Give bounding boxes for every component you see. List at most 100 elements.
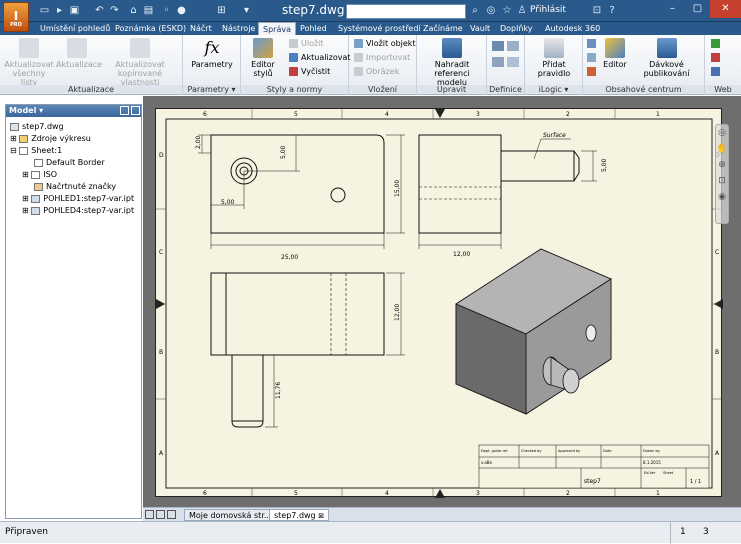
tab-autodesk-360[interactable]: Autodesk 360 [545,22,600,35]
cart-icon[interactable]: ⊡ [590,4,604,18]
tab-sprava[interactable]: Správa [258,22,296,35]
browser-menu-icon[interactable] [131,106,140,115]
save-style-button[interactable]: Uložit [289,39,324,49]
tab-systemove-prostredi[interactable]: Systémové prostředí [338,22,421,35]
update-button[interactable]: Aktualizace [56,38,102,69]
tree-item-iso[interactable]: ⊞ ISO [22,169,57,180]
group-label-aktualizace: Aktualizace [0,85,182,94]
tree-item-resources[interactable]: ⊞ Zdroje výkresu [10,133,91,144]
isometric-view[interactable] [455,248,612,415]
tab-poznamka[interactable]: Poznámka (ESKD) [115,22,186,35]
status-count-2: 3 [703,527,709,537]
favorite-icon[interactable]: ☆ [500,4,514,18]
front-view[interactable] [198,134,405,249]
print-icon[interactable]: ▤ [142,5,155,17]
tree-item-sketched-symbols[interactable]: Načrtnuté značky [34,181,116,192]
expand-icon[interactable]: ⊞ [10,134,19,143]
tree-item-root[interactable]: step7.dwg [10,121,64,132]
tree-item-sheet[interactable]: ⊟ Sheet:1 [10,145,62,156]
tile-icon[interactable] [145,510,154,519]
maximize-button[interactable]: ▢ [685,0,710,18]
save-icon[interactable]: ▣ [68,5,81,17]
tree-item-border[interactable]: Default Border [34,157,105,168]
zoom-window-icon[interactable]: ⊡ [716,173,728,189]
web-link-icon[interactable] [711,67,720,76]
measure-icon[interactable]: ⊞ [215,5,228,17]
add-rule-button[interactable]: Přidat pravidlo [527,38,581,78]
tab-nacrt[interactable]: Náčrt [190,22,212,35]
undo-icon[interactable]: ↶ [93,5,106,17]
content-center-editor-button[interactable]: Editor [600,38,630,69]
select-icon[interactable]: ◦ [160,5,173,17]
tree-item-view1[interactable]: ⊞ POHLED1:step7-var.ipt [22,193,134,204]
dim-25: 25,00 [281,254,298,261]
update-icon [67,38,87,58]
purge-button[interactable]: Vyčistit [289,67,330,77]
define-border-icon[interactable] [492,57,504,67]
right-view[interactable] [418,134,597,249]
define-symbol-icon[interactable] [507,41,519,51]
redo-icon[interactable]: ↷ [108,5,121,17]
batch-publish-button[interactable]: Dávkové publikování [630,38,703,78]
style-editor-icon [253,38,273,58]
application-menu-button[interactable]: I PRO [3,2,29,32]
web-share-icon[interactable] [711,39,720,48]
update-all-sheets-button[interactable]: Aktualizovat všechny listy [4,38,54,87]
open-icon[interactable]: ▸ [53,5,66,17]
exchange-icon[interactable]: ◎ [484,4,498,18]
doc-tab-step7[interactable]: step7.dwg ⊠ [269,509,330,521]
arrange-icon[interactable] [167,510,176,519]
expand-icon[interactable]: ⊞ [22,170,31,179]
close-button[interactable]: ✕ [710,0,741,18]
user-icon[interactable]: ♙ [515,4,529,18]
browser-search-icon[interactable] [120,106,129,115]
tab-zaciname[interactable]: Začínáme [423,22,463,35]
color-icon[interactable]: ● [175,5,188,17]
zoom-icon[interactable]: ⊕ [716,157,728,173]
doc-tab-home[interactable]: Moje domovská str... [184,509,277,521]
drawing-sheet[interactable]: 6 5 4 3 2 1 6 5 4 3 2 1 D C B A D C B A … [155,108,723,498]
define-title-block-icon[interactable] [507,57,519,67]
tab-doplnky[interactable]: Doplňky [500,22,533,35]
group-obsahove-centrum: Editor Dávkové publikování Obsahové cent… [583,35,705,95]
ilogic-settings-icon[interactable] [587,67,596,76]
tab-pohled[interactable]: Pohled [300,22,327,35]
collapse-icon[interactable]: ⊟ [10,146,19,155]
navigation-bar: ◎ ✋ ⊕ ⊡ ◉ [715,124,729,224]
home-icon[interactable]: ⌂ [127,5,140,17]
update-style-button[interactable]: Aktualizovat [289,53,351,63]
look-at-icon[interactable]: ◉ [716,189,728,205]
expand-icon[interactable]: ⊞ [22,206,31,215]
import-button[interactable]: Importovat [354,53,410,63]
image-button[interactable]: Obrázek [354,67,399,77]
tab-vault[interactable]: Vault [470,22,490,35]
minimize-button[interactable]: – [660,0,685,18]
ilogic-browser-icon[interactable] [587,39,596,48]
tree-item-view4[interactable]: ⊞ POHLED4:step7-var.ipt [22,205,134,216]
ilogic-design-copy-icon[interactable] [587,53,596,62]
parameters-button[interactable]: fx Parametry [187,38,237,69]
tab-nastroje[interactable]: Nástroje [222,22,255,35]
pan-icon[interactable]: ✋ [716,141,728,157]
define-block-icon[interactable] [492,41,504,51]
group-label-definice: Definice [487,85,524,94]
help-icon[interactable]: ? [605,4,619,18]
sign-in-link[interactable]: Přihlásit [530,5,566,15]
expand-icon[interactable]: ⊞ [22,194,31,203]
close-tab-icon[interactable]: ⊠ [318,512,324,520]
style-editor-button[interactable]: Editor stylů [243,38,283,78]
cascade-icon[interactable] [156,510,165,519]
customize-icon[interactable]: ▾ [240,5,253,17]
steering-wheel-icon[interactable]: ◎ [716,125,728,141]
add-rule-icon [544,38,564,58]
tab-umisteni-pohledu[interactable]: Umístění pohledů [40,22,110,35]
replace-model-reference-button[interactable]: Nahradit referenci modelu [419,38,485,87]
web-mail-icon[interactable] [711,53,720,62]
search-icon[interactable]: ⌕ [468,4,482,18]
save-style-icon [289,39,298,48]
insert-object-button[interactable]: Vložit objekt [354,39,416,49]
update-copied-properties-button[interactable]: Aktualizovat kopírované vlastnosti [100,38,180,87]
new-icon[interactable]: ▭ [38,5,51,17]
top-view[interactable] [210,272,405,428]
search-input[interactable] [346,4,466,19]
